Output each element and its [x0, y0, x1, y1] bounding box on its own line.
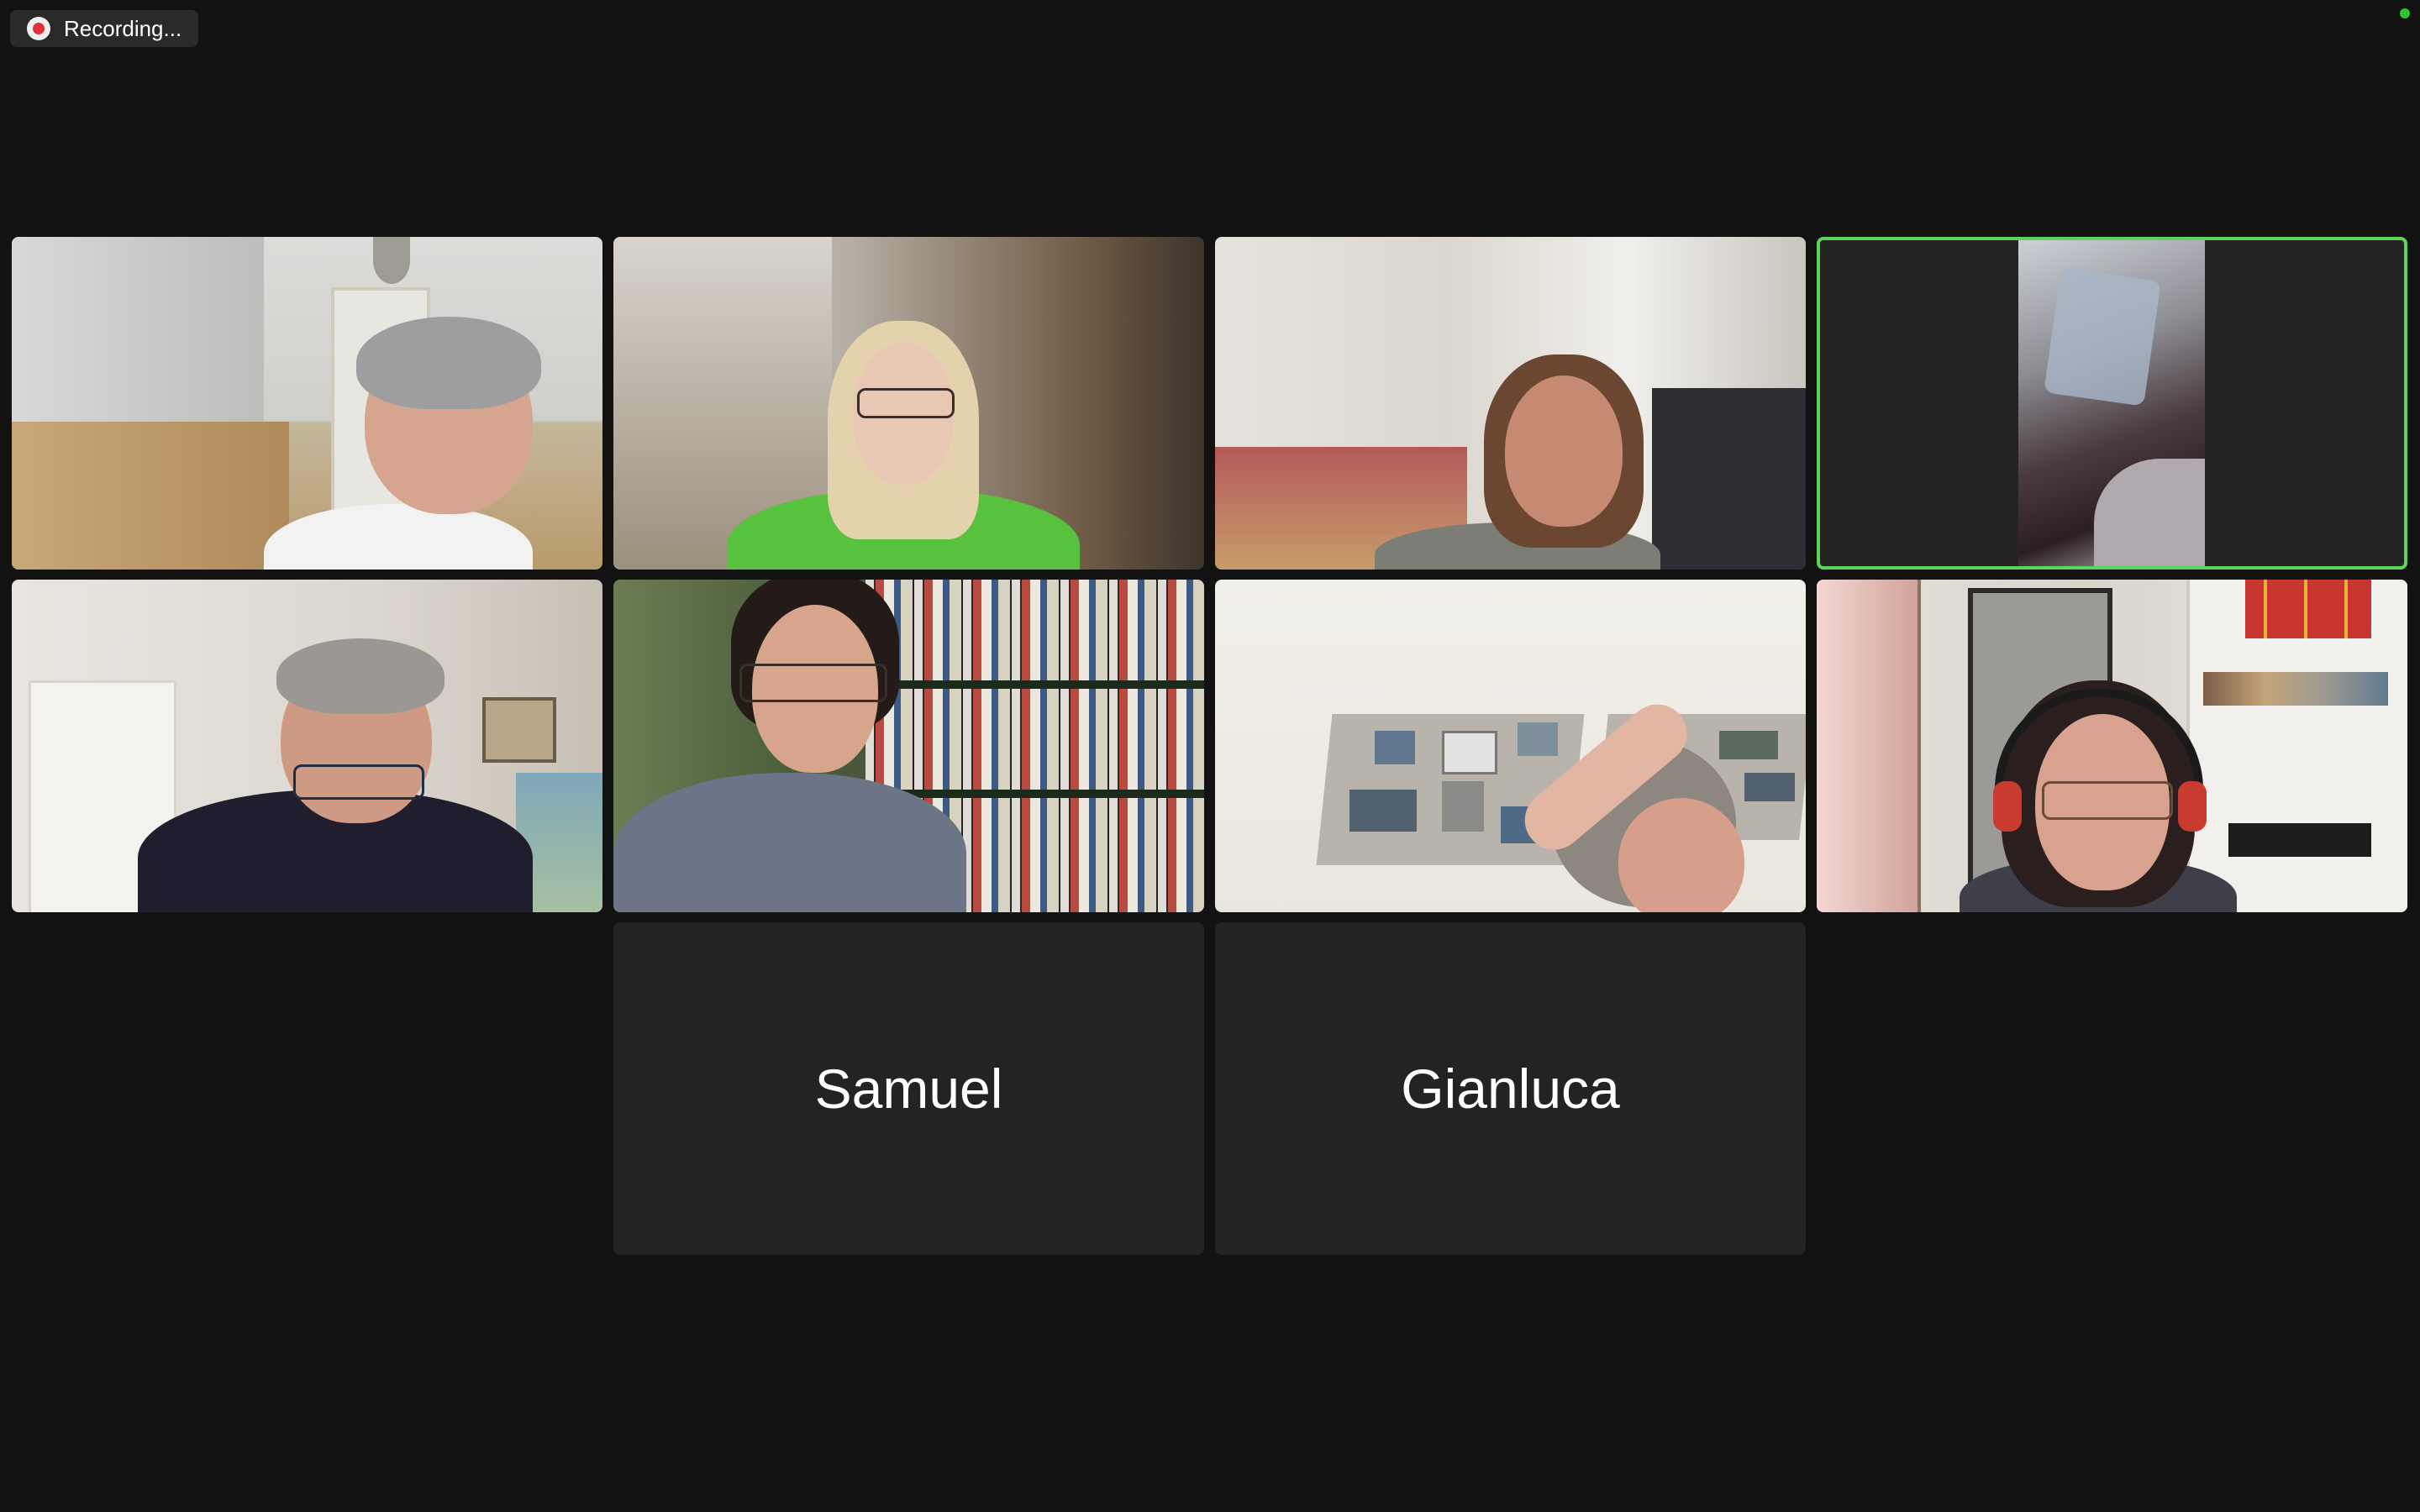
participant-glasses — [2042, 781, 2173, 820]
video-tile-participant-6[interactable] — [613, 580, 1204, 912]
camera-active-indicator — [2400, 8, 2410, 18]
photo-8 — [1744, 773, 1795, 801]
background-picture-frame — [482, 697, 556, 763]
blurred-object — [2044, 267, 2161, 407]
background-shelf-board-1 — [865, 680, 1204, 689]
fabric — [2094, 459, 2205, 566]
video-tile-participant-8[interactable] — [1817, 580, 2407, 912]
video-tile-participant-3[interactable] — [1215, 237, 1806, 570]
background-window — [1817, 580, 1921, 912]
background-dark-object — [1652, 388, 1806, 570]
background-lamp — [373, 237, 410, 284]
recording-indicator[interactable]: Recording... — [10, 10, 199, 47]
video-tile-participant-5[interactable] — [12, 580, 602, 912]
background-binders — [2245, 580, 2371, 638]
participant-head — [1505, 375, 1623, 527]
video-tile-participant-4-active-speaker[interactable] — [1817, 237, 2407, 570]
meeting-window: Recording... Samuel Gianluca — [0, 0, 2420, 1512]
participant-hair — [276, 638, 445, 714]
participant-name-samuel: Samuel — [814, 1058, 1003, 1120]
record-icon — [27, 17, 50, 40]
photo-7 — [1719, 731, 1778, 759]
participant-glasses — [857, 388, 955, 418]
recording-label: Recording... — [64, 15, 182, 41]
video-tile-gianluca[interactable]: Gianluca — [1215, 922, 1806, 1255]
participant-name-gianluca: Gianluca — [1401, 1058, 1620, 1120]
video-tile-participant-1[interactable] — [12, 237, 602, 570]
photo-5 — [1442, 781, 1484, 832]
photo-3 — [1518, 722, 1558, 756]
video-tile-samuel[interactable]: Samuel — [613, 922, 1204, 1255]
background-printer — [2228, 823, 2371, 857]
participant-hair — [356, 317, 541, 409]
video-tile-participant-7[interactable] — [1215, 580, 1806, 912]
participant-torso — [264, 504, 533, 570]
background-cabinet — [12, 422, 289, 570]
photo-1 — [1375, 731, 1415, 764]
video-tile-participant-2[interactable] — [613, 237, 1204, 570]
headset-earcup-right — [2178, 781, 2207, 832]
participant-glasses — [739, 664, 887, 702]
photo-4 — [1349, 790, 1417, 832]
participant-glasses — [293, 764, 424, 800]
headset-earcup-left — [1993, 781, 2022, 832]
background-shelf-items — [2203, 672, 2388, 706]
photo-2 — [1442, 731, 1497, 774]
portrait-video-feed — [2018, 240, 2205, 566]
